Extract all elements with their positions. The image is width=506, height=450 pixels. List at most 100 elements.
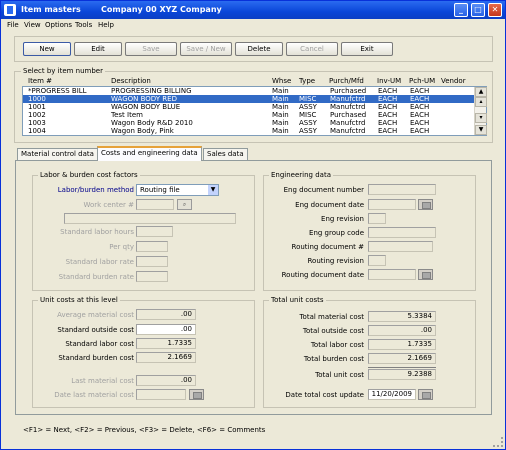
per-qty-field[interactable]: [136, 241, 168, 252]
std-labor-hours-label: Standard labor hours: [60, 228, 134, 236]
list-item[interactable]: 1004 Wagon Body, Pink Main ASSY Manufctrd EAC…: [23, 127, 474, 135]
date-last-material-label: Date last material cost: [54, 391, 134, 399]
per-qty-label: Per qty: [109, 243, 134, 251]
company-name: Company 00 XYZ Company: [101, 5, 222, 14]
date-last-material-field[interactable]: [136, 389, 186, 400]
menu-help[interactable]: Help: [98, 21, 114, 29]
resize-grip-icon[interactable]: [493, 437, 503, 447]
new-button[interactable]: New: [23, 42, 71, 56]
calendar-icon[interactable]: [418, 199, 433, 210]
total-burden-label: Total burden cost: [303, 355, 364, 363]
eng-revision-field[interactable]: [368, 213, 386, 224]
std-labor-label: Standard labor cost: [65, 340, 134, 348]
std-outside-field[interactable]: .00: [136, 324, 196, 335]
tab-costs-engineering[interactable]: Costs and engineering data: [97, 146, 202, 161]
col-vendor[interactable]: Vendor: [441, 77, 466, 85]
list-item-selected[interactable]: 1000 WAGON BODY RED Main MISC Manufctrd EACH E…: [23, 95, 474, 103]
col-purch-mfd[interactable]: Purch/Mfd: [329, 77, 364, 85]
scroll-up-arrow-icon[interactable]: ▲: [475, 87, 487, 97]
binoculars-icon[interactable]: ⌕: [177, 199, 192, 210]
total-outside-label: Total outside cost: [302, 327, 364, 335]
menu-view[interactable]: View: [24, 21, 41, 29]
menu-options[interactable]: Options: [45, 21, 72, 29]
eng-revision-label: Eng revision: [321, 215, 364, 223]
std-labor-rate-field[interactable]: [136, 256, 168, 267]
labor-method-select[interactable]: Routing file ▼: [136, 184, 219, 196]
col-pch-um[interactable]: Pch-UM: [409, 77, 435, 85]
labor-method-label: Labor/burden method: [57, 186, 134, 194]
cancel-button[interactable]: Cancel: [286, 42, 338, 56]
list-scrollbar[interactable]: ▲ ▴ ▾ ▼: [474, 87, 487, 135]
routing-doc-date-label: Routing document date: [281, 271, 364, 279]
std-burden-label: Standard burden cost: [58, 354, 134, 362]
list-item[interactable]: 1001 WAGON BODY BLUE Main ASSY Manufctrd EACH…: [23, 103, 474, 111]
costs-engineering-panel: Labor & burden cost factors Labor/burden…: [15, 160, 492, 415]
menu-tools[interactable]: Tools: [75, 21, 92, 29]
std-burden-field[interactable]: 2.1669: [136, 352, 196, 363]
labor-burden-group-label: Labor & burden cost factors: [38, 171, 140, 179]
minimize-button[interactable]: _: [454, 3, 468, 17]
calendar-icon[interactable]: [189, 389, 204, 400]
eng-doc-date-label: Eng document date: [295, 201, 364, 209]
menu-file[interactable]: File: [7, 21, 19, 29]
list-item[interactable]: *PROGRESS BILL PROGRESSING BILLING Main Pur…: [23, 87, 474, 95]
last-material-label: Last material cost: [71, 377, 134, 385]
list-item[interactable]: 1002 Test Item Main MISC Purchased EACH EACH: [23, 111, 474, 119]
exit-button[interactable]: Exit: [341, 42, 393, 56]
routing-doc-field[interactable]: [368, 241, 433, 252]
engineering-group-label: Engineering data: [269, 171, 333, 179]
tab-material-control[interactable]: Material control data: [17, 148, 98, 160]
title-bar[interactable]: Item masters Company 00 XYZ Company _ □ …: [1, 1, 505, 19]
app-icon: [4, 4, 16, 16]
total-labor-label: Total labor cost: [310, 341, 364, 349]
calendar-icon[interactable]: [418, 269, 433, 280]
window-title: Item masters: [21, 5, 81, 14]
work-center-description-field: [64, 213, 236, 224]
status-bar-text: <F1> = Next, <F2> = Previous, <F3> = Del…: [23, 426, 266, 434]
tab-sales-data[interactable]: Sales data: [203, 148, 248, 160]
col-inv-um[interactable]: Inv-UM: [377, 77, 401, 85]
std-burden-rate-label: Standard burden rate: [58, 273, 134, 281]
item-list[interactable]: *PROGRESS BILL PROGRESSING BILLING Main Pur…: [22, 86, 487, 136]
col-description[interactable]: Description: [111, 77, 151, 85]
routing-revision-field[interactable]: [368, 255, 386, 266]
save-button[interactable]: Save: [125, 42, 177, 56]
col-item[interactable]: Item #: [28, 77, 52, 85]
list-item[interactable]: 1003 Wagon Body R&D 2010 Main ASSY Manufctrd…: [23, 119, 474, 127]
edit-button[interactable]: Edit: [74, 42, 122, 56]
total-material-field: 5.3384: [368, 311, 436, 322]
eng-group-code-field[interactable]: [368, 227, 436, 238]
std-burden-rate-field[interactable]: [136, 271, 168, 282]
scroll-down-page-icon[interactable]: ▾: [475, 113, 487, 123]
avg-material-label: Average material cost: [57, 311, 134, 319]
scroll-up-page-icon[interactable]: ▴: [475, 97, 487, 107]
std-labor-rate-label: Standard labor rate: [65, 258, 134, 266]
unit-costs-group-label: Unit costs at this level: [38, 296, 120, 304]
chevron-down-icon[interactable]: ▼: [208, 185, 218, 195]
std-labor-hours-field[interactable]: [136, 226, 173, 237]
menu-bar: File View Options Tools Help: [1, 19, 505, 30]
calendar-icon[interactable]: [418, 389, 433, 400]
eng-doc-date-field[interactable]: [368, 199, 416, 210]
col-whse[interactable]: Whse: [272, 77, 291, 85]
eng-group-code-label: Eng group code: [309, 229, 364, 237]
last-material-field[interactable]: .00: [136, 375, 196, 386]
routing-doc-date-field[interactable]: [368, 269, 416, 280]
col-type[interactable]: Type: [299, 77, 315, 85]
work-center-field[interactable]: [136, 199, 174, 210]
save-new-button[interactable]: Save / New: [180, 42, 232, 56]
eng-doc-number-label: Eng document number: [283, 186, 364, 194]
item-masters-window: Item masters Company 00 XYZ Company _ □ …: [0, 0, 506, 450]
date-total-update-label: Date total cost update: [285, 391, 364, 399]
avg-material-field[interactable]: .00: [136, 309, 196, 320]
total-burden-field: 2.1669: [368, 353, 436, 364]
eng-doc-number-field[interactable]: [368, 184, 436, 195]
item-list-group-label: Select by item number: [21, 67, 105, 75]
delete-button[interactable]: Delete: [235, 42, 283, 56]
maximize-button[interactable]: □: [471, 3, 485, 17]
scroll-down-arrow-icon[interactable]: ▼: [475, 125, 487, 135]
date-total-update-field[interactable]: 11/20/2009: [368, 389, 416, 400]
std-labor-field[interactable]: 1.7335: [136, 338, 196, 349]
total-divider: [368, 367, 436, 368]
close-button[interactable]: ✕: [488, 3, 502, 17]
